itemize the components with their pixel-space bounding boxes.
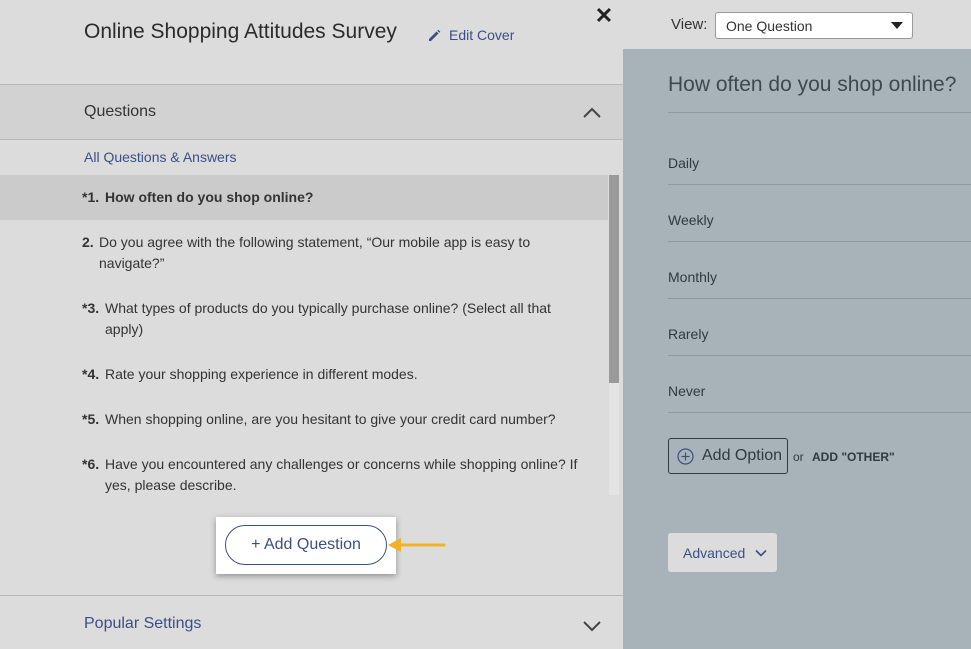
caret-down-icon [891,22,903,29]
popular-settings-title: Popular Settings [84,615,202,632]
question-item-4[interactable]: *4. Rate your shopping experience in dif… [0,352,608,397]
question-number: *6. [82,456,100,472]
questions-section-title: Questions [84,103,157,120]
survey-builder-panel: Online Shopping Attitudes Survey Edit Co… [0,0,623,649]
plus-circle-icon [677,447,694,465]
questions-section-header[interactable]: Questions [0,85,623,140]
view-label: View: [671,16,708,33]
edit-cover-label: Edit Cover [449,27,515,43]
question-item-2[interactable]: 2. Do you agree with the following state… [0,220,608,286]
question-number: *5. [82,411,100,427]
question-text: What types of products do you typically … [105,300,551,337]
question-text: When shopping online, are you hesitant t… [105,411,556,427]
divider [668,112,971,113]
option-monthly[interactable]: Monthly [668,269,717,285]
question-item-1[interactable]: *1. How often do you shop online? [0,175,608,220]
question-text: Have you encountered any challenges or c… [105,456,578,493]
divider [668,355,971,356]
option-daily[interactable]: Daily [668,155,699,171]
close-button[interactable]: ✕ [594,5,614,27]
view-bar: View: One Question [623,0,971,49]
pointer-arrow-icon [388,538,446,552]
divider [668,184,971,185]
view-select[interactable]: One Question [715,12,913,39]
chevron-up-icon [583,107,601,118]
option-weekly[interactable]: Weekly [668,212,714,228]
or-text: or [793,450,804,464]
question-number: *3. [82,300,100,316]
question-list: *1. How often do you shop online? 2. Do … [0,175,608,495]
option-rarely[interactable]: Rarely [668,326,708,342]
chevron-down-icon [583,621,601,632]
question-number: *1. [82,189,100,205]
question-number: *4. [82,366,100,382]
question-item-3[interactable]: *3. What types of products do you typica… [0,286,608,352]
divider [668,241,971,242]
panel-header: Online Shopping Attitudes Survey Edit Co… [0,0,623,85]
question-item-5[interactable]: *5. When shopping online, are you hesita… [0,397,608,442]
chevron-down-icon [755,549,767,557]
question-text: Do you agree with the following statemen… [99,234,531,271]
survey-title: Online Shopping Attitudes Survey [84,20,397,43]
question-item-6[interactable]: *6. Have you encountered any challenges … [0,442,608,495]
popular-settings-section[interactable]: Popular Settings [0,595,623,649]
view-select-value: One Question [726,18,813,34]
scrollbar-thumb[interactable] [609,175,619,383]
question-number: 2. [82,234,94,250]
advanced-button[interactable]: Advanced [668,533,777,572]
add-question-highlight: + Add Question [216,517,396,574]
question-text: Rate your shopping experience in differe… [105,366,418,382]
preview-question-title: How often do you shop online? [668,73,957,96]
question-text: How often do you shop online? [105,189,314,205]
question-list-scrollbar[interactable] [609,175,619,495]
edit-cover-link[interactable]: Edit Cover [428,27,514,43]
question-preview-panel: View: One Question How often do you shop… [623,0,971,649]
divider [668,298,971,299]
pencil-icon [429,29,441,41]
option-never[interactable]: Never [668,383,705,399]
add-option-label: Add Option [702,447,783,464]
add-question-button[interactable]: + Add Question [225,525,387,565]
advanced-label: Advanced [683,544,746,561]
all-questions-answers-link[interactable]: All Questions & Answers [84,149,237,165]
divider [668,412,971,413]
add-option-button[interactable]: Add Option [668,438,788,474]
add-other-link[interactable]: ADD "OTHER" [812,450,895,464]
close-icon: ✕ [594,3,614,28]
